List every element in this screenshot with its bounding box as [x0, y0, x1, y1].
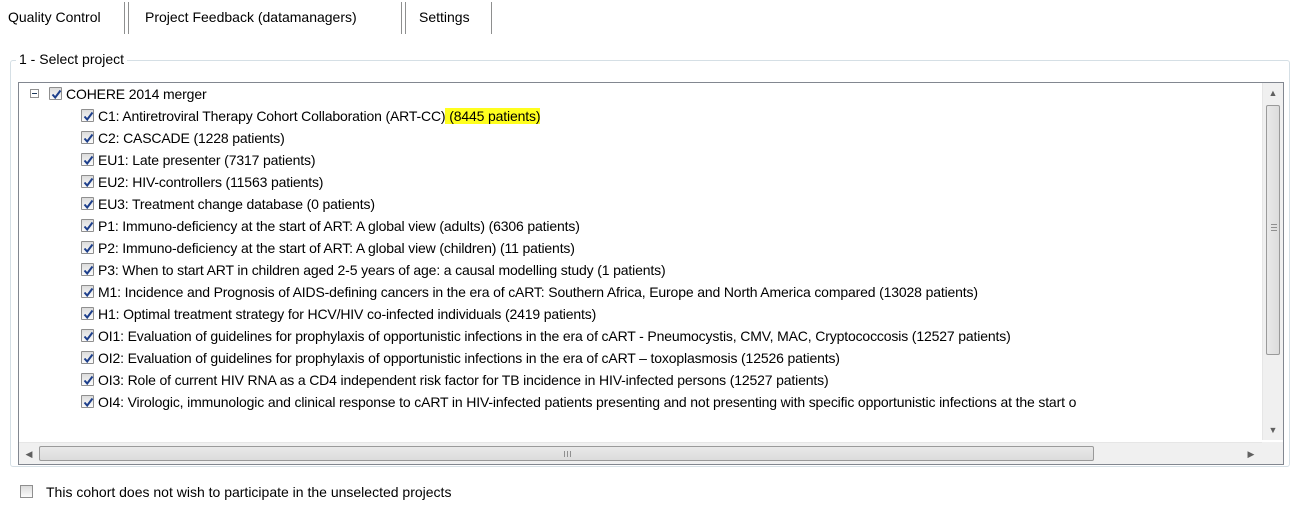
opt-out-label[interactable]: This cohort does not wish to participate… [46, 481, 451, 503]
project-checkbox[interactable] [81, 131, 94, 144]
tree-content: COHERE 2014 merger C1: Antiretroviral Th… [19, 83, 1259, 440]
checkmark-icon [83, 243, 94, 254]
checkmark-icon [83, 287, 94, 298]
checkmark-icon [83, 111, 94, 122]
project-label: EU2: HIV-controllers (11563 patients) [98, 174, 324, 190]
checkmark-icon [83, 133, 94, 144]
checkmark-icon [83, 309, 94, 320]
tab-project-feedback[interactable]: Project Feedback (datamanagers) [137, 0, 365, 34]
tab-divider [401, 2, 402, 34]
checkmark-icon [83, 155, 94, 166]
collapse-icon[interactable] [30, 89, 39, 98]
checkmark-icon [51, 89, 62, 100]
checkmark-icon [83, 375, 94, 386]
project-checkbox[interactable] [81, 329, 94, 342]
project-label: M1: Incidence and Prognosis of AIDS-defi… [98, 284, 978, 300]
project-checkbox[interactable] [81, 285, 94, 298]
tab-quality-control[interactable]: Quality Control [0, 0, 109, 34]
scroll-up-arrow-icon[interactable]: ▲ [1263, 83, 1283, 103]
checkmark-icon [83, 221, 94, 232]
grip-line [1271, 230, 1277, 231]
project-checkbox[interactable] [81, 175, 94, 188]
checkmark-icon [83, 265, 94, 276]
scrollbar-corner [1262, 442, 1283, 464]
grip-line [1271, 227, 1277, 228]
group-title: 1 - Select project [16, 48, 128, 70]
scroll-right-arrow-icon[interactable]: ▶ [1241, 444, 1261, 464]
patients-highlight: (8445 patients) [445, 108, 541, 124]
project-label: P3: When to start ART in children aged 2… [98, 262, 666, 278]
project-checkbox[interactable] [81, 241, 94, 254]
grip-line [564, 451, 565, 457]
horizontal-scroll-thumb[interactable] [39, 446, 1094, 461]
project-checkbox[interactable] [81, 197, 94, 210]
project-checkbox[interactable] [81, 373, 94, 386]
checkmark-icon [83, 397, 94, 408]
vertical-scrollbar[interactable]: ▲ ▼ [1262, 83, 1283, 440]
tab-divider [491, 2, 492, 34]
project-checkbox[interactable] [81, 351, 94, 364]
project-label: OI1: Evaluation of guidelines for prophy… [98, 328, 1011, 344]
horizontal-scrollbar[interactable]: ◀ ▶ [19, 442, 1262, 464]
checkmark-icon [83, 353, 94, 364]
tab-strip: Quality Control Project Feedback (datama… [0, 0, 1290, 38]
project-checkbox[interactable] [81, 153, 94, 166]
project-label: P2: Immuno-deficiency at the start of AR… [98, 240, 575, 256]
project-checkbox[interactable] [81, 109, 94, 122]
grip-line [567, 451, 568, 457]
tab-settings[interactable]: Settings [411, 0, 478, 34]
project-checkbox[interactable] [81, 395, 94, 408]
project-checkbox[interactable] [81, 219, 94, 232]
project-label: EU3: Treatment change database (0 patien… [98, 196, 375, 212]
root-checkbox[interactable] [49, 87, 62, 100]
project-label: C2: CASCADE (1228 patients) [98, 130, 285, 146]
project-label: OI4: Virologic, immunologic and clinical… [98, 394, 1077, 410]
tree-root-label: COHERE 2014 merger [66, 86, 207, 102]
vertical-scroll-thumb[interactable] [1266, 105, 1280, 355]
project-label: OI2: Evaluation of guidelines for prophy… [98, 350, 840, 366]
tab-divider [124, 2, 125, 34]
project-label: P1: Immuno-deficiency at the start of AR… [98, 218, 580, 234]
project-tree[interactable]: COHERE 2014 merger C1: Antiretroviral Th… [18, 82, 1284, 465]
project-label: H1: Optimal treatment strategy for HCV/H… [98, 306, 597, 322]
checkmark-icon [83, 199, 94, 210]
project-label: OI3: Role of current HIV RNA as a CD4 in… [98, 372, 829, 388]
checkmark-icon [83, 331, 94, 342]
checkmark-icon [83, 177, 94, 188]
project-label: EU1: Late presenter (7317 patients) [98, 152, 316, 168]
grip-line [570, 451, 571, 457]
scroll-left-arrow-icon[interactable]: ◀ [19, 444, 39, 464]
project-checkbox[interactable] [81, 263, 94, 276]
grip-line [1271, 224, 1277, 225]
scroll-down-arrow-icon[interactable]: ▼ [1263, 420, 1283, 440]
opt-out-checkbox[interactable] [20, 485, 33, 498]
project-label: C1: Antiretroviral Therapy Cohort Collab… [98, 108, 541, 124]
project-checkbox[interactable] [81, 307, 94, 320]
